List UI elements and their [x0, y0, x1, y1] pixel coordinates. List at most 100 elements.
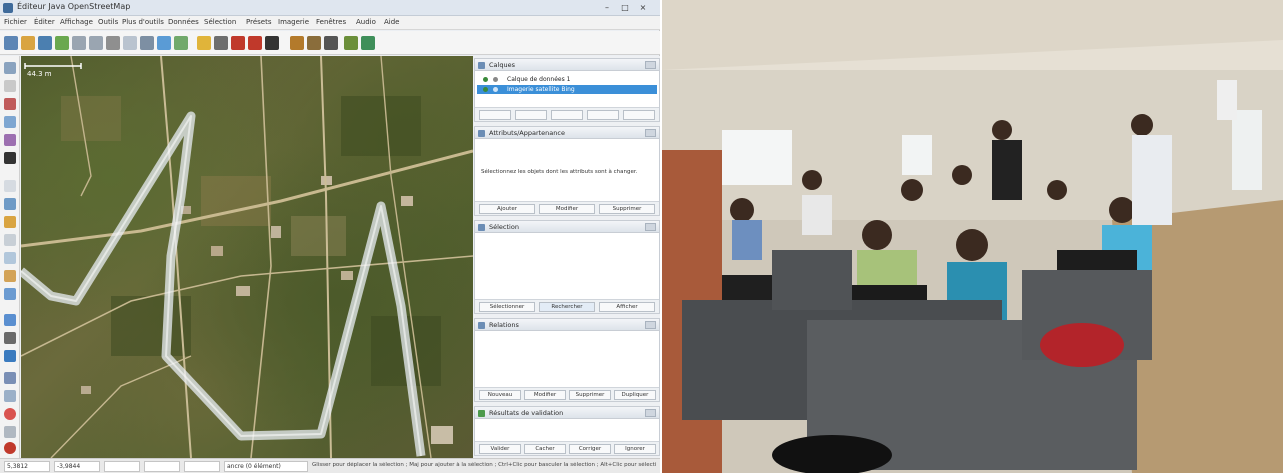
layer-row-imagery[interactable]: Imagerie satellite Bing: [477, 85, 657, 94]
layers-panel-title: Calques: [489, 61, 515, 69]
redo-icon[interactable]: [89, 36, 103, 50]
layer-delete-icon[interactable]: [623, 110, 655, 120]
close-icon[interactable]: ×: [636, 2, 650, 13]
validate-button[interactable]: Valider: [479, 444, 521, 454]
bus-icon[interactable]: [231, 36, 245, 50]
author-tool-icon[interactable]: [4, 314, 16, 326]
menu-presets[interactable]: Présets: [246, 18, 271, 26]
map-view[interactable]: 44.3 m: [21, 56, 473, 458]
tree-icon[interactable]: [265, 36, 279, 50]
tags-panel-header[interactable]: Attributs/Appartenance: [475, 127, 659, 139]
minimize-icon[interactable]: –: [600, 2, 614, 13]
selection-panel: Sélection Sélectionner Rechercher Affich…: [474, 220, 660, 314]
panel-minimize-icon[interactable]: [645, 61, 656, 69]
selection-panel-header[interactable]: Sélection: [475, 221, 659, 233]
undo-icon[interactable]: [72, 36, 86, 50]
panel-minimize-icon[interactable]: [645, 409, 656, 417]
layer-tool-icon[interactable]: [4, 198, 16, 210]
layer-visible-icon[interactable]: [483, 87, 488, 92]
save-icon[interactable]: [38, 36, 52, 50]
menu-bar: Fichier Éditer Affichage Outils Plus d'o…: [0, 16, 660, 30]
history-tool-icon[interactable]: [4, 234, 16, 246]
delete-tool-icon[interactable]: [4, 134, 16, 146]
road-icon[interactable]: [307, 36, 321, 50]
menu-more-tools[interactable]: Plus d'outils: [122, 18, 164, 26]
search-tool-icon[interactable]: [4, 390, 16, 402]
favourite-tool-icon[interactable]: [4, 372, 16, 384]
relations-panel-header[interactable]: Relations: [475, 319, 659, 331]
edit-tag-button[interactable]: Modifier: [539, 204, 595, 214]
arrow-tool-icon[interactable]: [4, 152, 16, 164]
menu-windows[interactable]: Fenêtres: [316, 18, 346, 26]
properties-tool-icon[interactable]: [4, 252, 16, 264]
menu-help[interactable]: Aide: [384, 18, 399, 26]
pin-icon[interactable]: [197, 36, 211, 50]
menu-imagery[interactable]: Imagerie: [278, 18, 309, 26]
relations-toolbar: Nouveau Modifier Supprimer Dupliquer: [475, 387, 659, 401]
new-file-icon[interactable]: [4, 36, 18, 50]
panel-minimize-icon[interactable]: [645, 129, 656, 137]
panel-minimize-icon[interactable]: [645, 223, 656, 231]
map-icon[interactable]: [344, 36, 358, 50]
path-icon[interactable]: [324, 36, 338, 50]
fix-button[interactable]: Corriger: [569, 444, 611, 454]
delete-tag-button[interactable]: Supprimer: [599, 204, 655, 214]
map-paint-tool-icon[interactable]: [4, 270, 16, 282]
delete-relation-button[interactable]: Supprimer: [569, 390, 611, 400]
notes-tool-icon[interactable]: [4, 426, 16, 438]
add-tag-button[interactable]: Ajouter: [479, 204, 535, 214]
menu-audio[interactable]: Audio: [356, 18, 376, 26]
hide-button[interactable]: Cacher: [524, 444, 566, 454]
open-file-icon[interactable]: [21, 36, 35, 50]
relations-icon: [478, 322, 485, 329]
duplicate-relation-button[interactable]: Dupliquer: [614, 390, 656, 400]
select-tool-icon[interactable]: [4, 62, 16, 74]
marker-icon[interactable]: [214, 36, 228, 50]
conflict-tool-icon[interactable]: [4, 288, 16, 300]
menu-tools[interactable]: Outils: [98, 18, 118, 26]
layer-row-data[interactable]: Calque de données 1: [477, 75, 657, 84]
editor-window: Éditeur Java OpenStreetMap – □ × Fichier…: [0, 0, 660, 473]
menu-selection[interactable]: Sélection: [204, 18, 236, 26]
layer-up-icon[interactable]: [479, 110, 511, 120]
validate-tool-icon[interactable]: [4, 350, 16, 362]
panel-minimize-icon[interactable]: [645, 321, 656, 329]
node-tool-icon[interactable]: [4, 180, 16, 192]
menu-file[interactable]: Fichier: [4, 18, 27, 26]
layer-icon[interactable]: [361, 36, 375, 50]
select-button[interactable]: Sélectionner: [479, 302, 535, 312]
command-tool-icon[interactable]: [4, 332, 16, 344]
ignore-button[interactable]: Ignorer: [614, 444, 656, 454]
new-relation-button[interactable]: Nouveau: [479, 390, 521, 400]
layer-opacity-icon[interactable]: [493, 77, 498, 82]
validation-panel-header[interactable]: Résultats de validation: [475, 407, 659, 419]
filter-tool-icon[interactable]: [4, 216, 16, 228]
draw-icon[interactable]: [157, 36, 171, 50]
layers-panel-header[interactable]: Calques: [475, 59, 659, 71]
upload-icon[interactable]: [55, 36, 69, 50]
zoom-icon[interactable]: [140, 36, 154, 50]
preferences-icon[interactable]: [106, 36, 120, 50]
menu-edit[interactable]: Éditer: [34, 18, 55, 26]
layer-visible-icon[interactable]: [483, 77, 488, 82]
move-tool-icon[interactable]: [4, 80, 16, 92]
water-icon[interactable]: [290, 36, 304, 50]
menu-view[interactable]: Affichage: [60, 18, 93, 26]
layer-visibility-icon[interactable]: [587, 110, 619, 120]
layer-opacity-icon[interactable]: [493, 87, 498, 92]
layer-down-icon[interactable]: [515, 110, 547, 120]
car-icon[interactable]: [248, 36, 262, 50]
maximize-icon[interactable]: □: [618, 2, 632, 13]
draw-tool-icon[interactable]: [4, 98, 16, 110]
search-button[interactable]: Rechercher: [539, 302, 595, 312]
layer-merge-icon[interactable]: [551, 110, 583, 120]
relation-icon[interactable]: [174, 36, 188, 50]
location-tool-icon[interactable]: [4, 408, 16, 420]
menu-data[interactable]: Données: [168, 18, 199, 26]
select-icon[interactable]: [123, 36, 137, 50]
zoom-tool-icon[interactable]: [4, 116, 16, 128]
edit-relation-button[interactable]: Modifier: [524, 390, 566, 400]
side-panels: Calques Calque de données 1 Imagerie sat…: [474, 56, 660, 458]
close-tool-icon[interactable]: [4, 442, 16, 454]
show-button[interactable]: Afficher: [599, 302, 655, 312]
